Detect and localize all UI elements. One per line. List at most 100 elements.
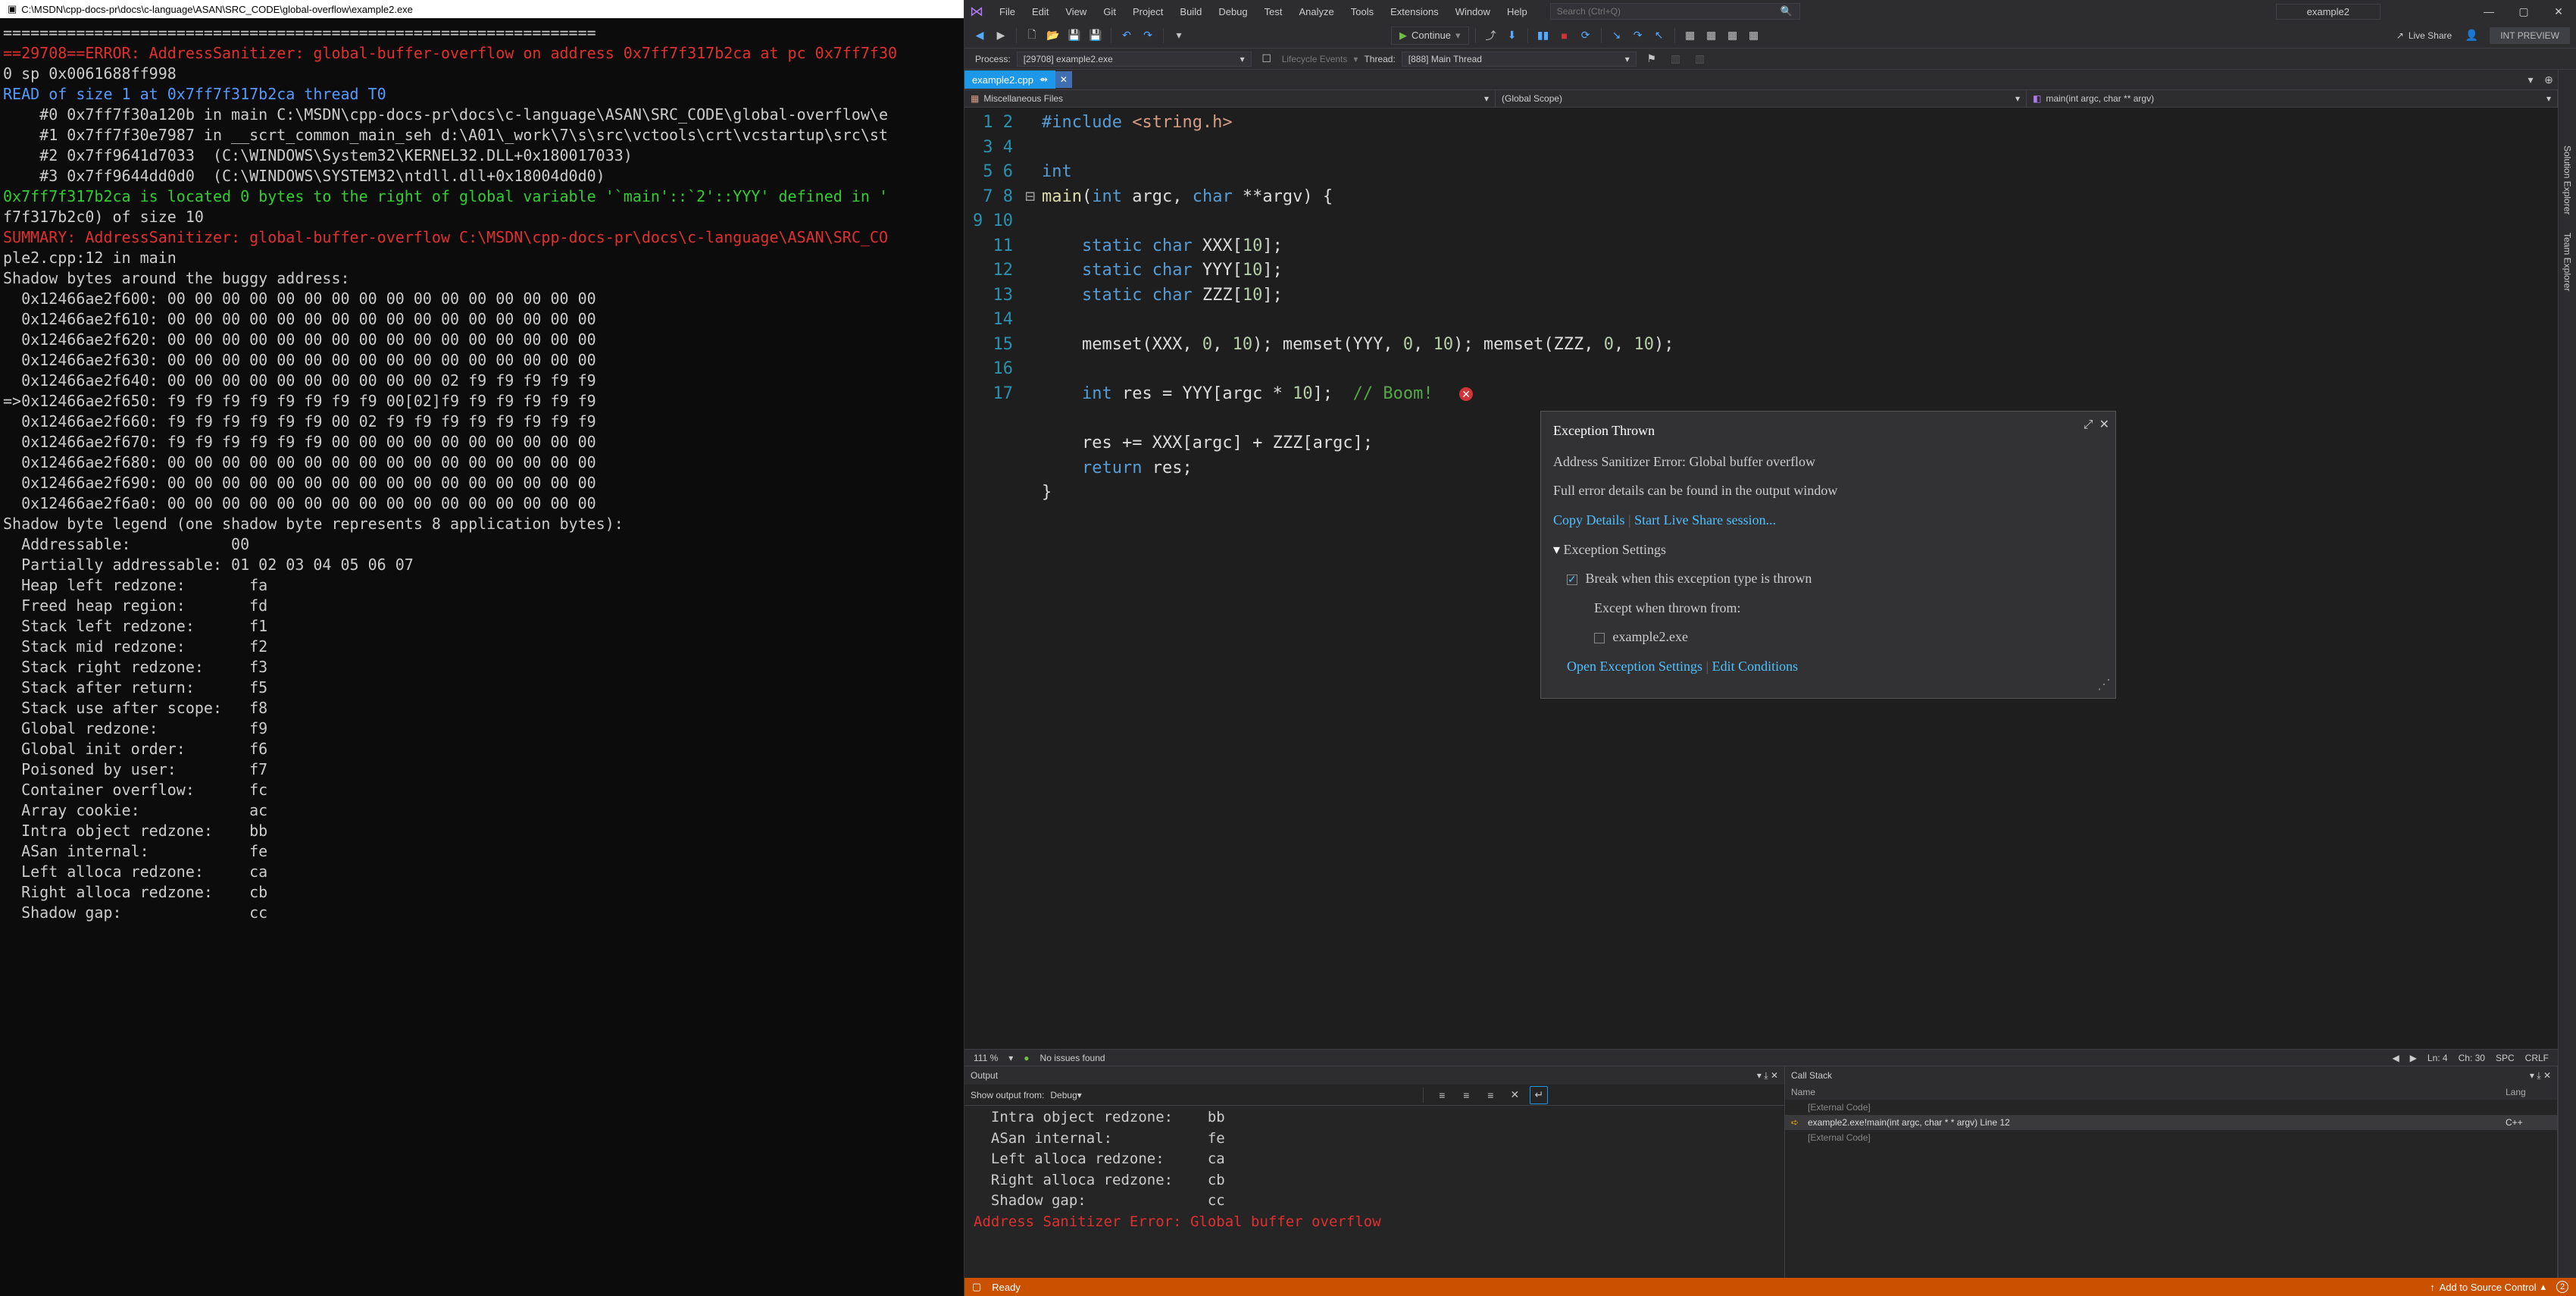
menu-build[interactable]: Build (1172, 3, 1209, 20)
close-icon[interactable]: ✕ (2099, 416, 2109, 434)
continue-button[interactable]: ▶ Continue ▾ (1391, 27, 1469, 45)
search-icon[interactable]: 🔍 (1780, 5, 1793, 17)
side-tab-team-explorer[interactable]: Team Explorer (2560, 225, 2575, 299)
copy-details-link[interactable]: Copy Details (1553, 512, 1625, 527)
tab-example2-cpp[interactable]: example2.cpp ⇴ (964, 70, 1055, 89)
close-button[interactable]: ✕ (2541, 0, 2576, 23)
col-lang[interactable]: Lang (2506, 1087, 2551, 1097)
config-dropdown-icon[interactable]: ▾ (1170, 27, 1188, 45)
whitespace-indicator[interactable]: SPC (2496, 1053, 2515, 1063)
tool-icon-4[interactable]: ▦ (1745, 27, 1763, 45)
vs-logo-icon[interactable]: ⋈ (964, 0, 989, 23)
menu-debug[interactable]: Debug (1211, 3, 1255, 20)
output-body[interactable]: Intra object redzone: bb ASan internal: … (964, 1106, 1784, 1278)
callstack-body[interactable]: [External Code]➪example2.exe!main(int ar… (1785, 1100, 2557, 1145)
menu-project[interactable]: Project (1125, 3, 1171, 20)
undo-icon[interactable]: ↶ (1118, 27, 1136, 45)
output-tool-icon[interactable]: ≡ (1433, 1086, 1451, 1104)
maximize-button[interactable]: ▢ (2506, 0, 2541, 23)
tool-icon-3[interactable]: ▦ (1724, 27, 1742, 45)
add-source-control-button[interactable]: ↑ Add to Source Control ▴ (2430, 1281, 2546, 1293)
callstack-row[interactable]: [External Code] (1785, 1130, 2557, 1145)
flag-icon[interactable]: ⚑ (1643, 50, 1661, 68)
menu-extensions[interactable]: Extensions (1383, 3, 1446, 20)
nav-back-icon[interactable]: ◀ (971, 27, 989, 45)
tab-overflow-icon[interactable]: ▾ (2521, 70, 2540, 89)
menu-file[interactable]: File (992, 3, 1023, 20)
search-input[interactable] (1550, 3, 1800, 20)
menu-test[interactable]: Test (1257, 3, 1290, 20)
pin-icon[interactable]: ⤢ (2084, 416, 2093, 434)
dropdown-icon[interactable]: ▾ (2530, 1070, 2534, 1081)
zoom-level[interactable]: 111 % (974, 1053, 998, 1063)
console-output[interactable]: ========================================… (0, 18, 964, 1296)
account-icon[interactable]: 👤 (2462, 27, 2481, 45)
notifications-badge[interactable]: 2 (2556, 1281, 2568, 1293)
callstack-row[interactable]: ➪example2.exe!main(int argc, char * * ar… (1785, 1115, 2557, 1130)
side-tab-solution-explorer[interactable]: Solution Explorer (2560, 138, 2575, 222)
exception-settings-header[interactable]: Exception Settings (1564, 542, 1666, 557)
resize-grip-icon[interactable]: ⋰ (2097, 675, 2111, 695)
console-titlebar[interactable]: ▣ C:\MSDN\cpp-docs-pr\docs\c-language\AS… (0, 0, 964, 18)
new-file-icon[interactable]: 🗋 (1023, 27, 1041, 45)
pin-icon[interactable]: ⇴ (1039, 74, 1048, 86)
output-clear-icon[interactable]: ✕ (1505, 1086, 1524, 1104)
restart-icon[interactable]: ⟳ (1577, 27, 1595, 45)
fold-column[interactable]: ⊟ (1025, 108, 1037, 1049)
menu-window[interactable]: Window (1448, 3, 1498, 20)
menu-edit[interactable]: Edit (1024, 3, 1056, 20)
solution-add-icon[interactable]: ⊕ (2540, 70, 2558, 89)
menu-analyze[interactable]: Analyze (1291, 3, 1341, 20)
pin-icon[interactable]: ⤓ (2537, 1070, 2540, 1081)
lineend-indicator[interactable]: CRLF (2525, 1053, 2549, 1063)
menu-tools[interactable]: Tools (1343, 3, 1381, 20)
stack-frames-2-icon[interactable]: ▥ (1691, 50, 1709, 68)
save-all-icon[interactable]: 💾 (1086, 27, 1105, 45)
code-editor[interactable]: 1 2 3 4 5 6 7 8 9 10 11 12 13 14 15 16 1… (964, 108, 2558, 1049)
issues-label[interactable]: No issues found (1040, 1053, 1105, 1063)
nav-scope-project[interactable]: ▦Miscellaneous Files▾ (964, 90, 1496, 107)
liveshare-button[interactable]: ↗ Live Share (2389, 30, 2459, 41)
break-checkbox[interactable] (1567, 574, 1577, 585)
error-glyph-icon[interactable]: ✕ (1459, 387, 1473, 401)
edit-conditions-link[interactable]: Edit Conditions (1712, 659, 1799, 674)
output-tool-icon-2[interactable]: ≡ (1457, 1086, 1475, 1104)
stack-frames-icon[interactable]: ▥ (1667, 50, 1685, 68)
close-icon[interactable]: ✕ (2543, 1070, 2551, 1081)
chevron-down-icon[interactable]: ▾ (1008, 1053, 1013, 1063)
save-icon[interactable]: 💾 (1065, 27, 1083, 45)
step-over-icon[interactable]: ↷ (1629, 27, 1647, 45)
output-from-combo[interactable]: Debug▾ (1050, 1090, 1414, 1100)
menu-view[interactable]: View (1058, 3, 1094, 20)
callstack-row[interactable]: [External Code] (1785, 1100, 2557, 1115)
tool-icon[interactable]: ▦ (1681, 27, 1699, 45)
close-icon[interactable]: ✕ (1771, 1070, 1778, 1081)
breakpoint-icon[interactable]: ⬇ (1503, 27, 1521, 45)
step-out2-icon[interactable]: ↖ (1650, 27, 1668, 45)
output-wrap-icon[interactable]: ↵ (1530, 1086, 1548, 1104)
lifecycle-icon[interactable]: ☐ (1258, 50, 1276, 68)
step-out-icon[interactable]: ⤴ (1482, 27, 1500, 45)
exe-checkbox[interactable] (1594, 633, 1605, 643)
menu-git[interactable]: Git (1096, 3, 1124, 20)
nav-scope-function[interactable]: ◧main(int argc, char ** argv)▾ (2027, 90, 2558, 107)
col-name[interactable]: Name (1791, 1087, 2506, 1097)
tool-icon-2[interactable]: ▦ (1702, 27, 1721, 45)
menu-help[interactable]: Help (1499, 3, 1535, 20)
start-liveshare-link[interactable]: Start Live Share session... (1634, 512, 1776, 527)
char-indicator[interactable]: Ch: 30 (2459, 1053, 2485, 1063)
pin-icon[interactable]: ⤓ (1764, 1070, 1768, 1081)
line-indicator[interactable]: Ln: 4 (2428, 1053, 2448, 1063)
nav-scope-global[interactable]: (Global Scope)▾ (1496, 90, 2027, 107)
stop-icon[interactable]: ■ (1555, 27, 1574, 45)
pause-icon[interactable]: ▮▮ (1534, 27, 1552, 45)
redo-icon[interactable]: ↷ (1139, 27, 1157, 45)
step-into-icon[interactable]: ↘ (1608, 27, 1626, 45)
output-tool-icon-3[interactable]: ≡ (1481, 1086, 1499, 1104)
nav-fwd-icon[interactable]: ▶ (992, 27, 1010, 45)
thread-combo[interactable]: [888] Main Thread▾ (1402, 52, 1637, 67)
dropdown-icon[interactable]: ▾ (1757, 1070, 1762, 1081)
process-combo[interactable]: [29708] example2.exe▾ (1017, 52, 1252, 67)
open-exception-settings-link[interactable]: Open Exception Settings (1567, 659, 1702, 674)
minimize-button[interactable]: ― (2471, 0, 2506, 23)
